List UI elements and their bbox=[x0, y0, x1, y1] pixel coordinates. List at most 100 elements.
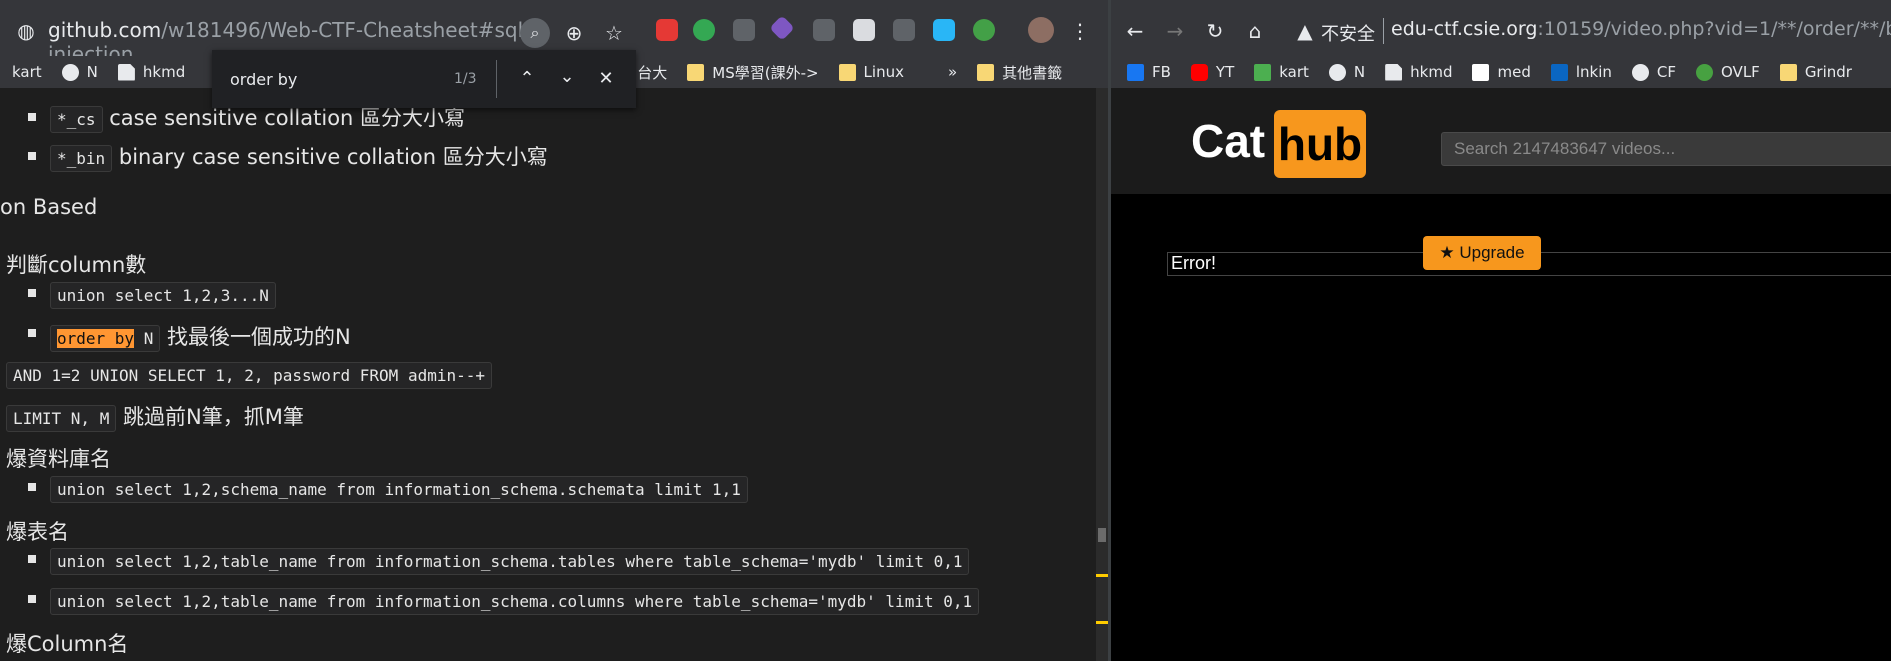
list-item: order by N 找最後一個成功的N bbox=[50, 321, 351, 352]
bookmark-grindr[interactable]: Grindr bbox=[1779, 63, 1852, 81]
bookmark-hkmd[interactable]: hkmd bbox=[117, 63, 185, 81]
subheading: 爆表名 bbox=[6, 520, 69, 544]
globe-icon bbox=[1328, 63, 1346, 81]
right-toolbar: ← → ↻ ⌂ ▲ 不安全 edu-ctf.csie.org:10159/vid… bbox=[1111, 0, 1891, 64]
extension-diamond-icon[interactable] bbox=[769, 15, 795, 41]
medium-icon bbox=[1472, 63, 1490, 81]
upgrade-button[interactable]: ★ Upgrade bbox=[1423, 236, 1541, 270]
find-divider bbox=[496, 60, 497, 98]
bookmark-linux[interactable]: Linux bbox=[838, 63, 904, 81]
code-line: LIMIT N, M 跳過前N筆，抓M筆 bbox=[6, 401, 304, 432]
find-in-page-icon[interactable]: ⌕ bbox=[520, 18, 550, 48]
doc-icon bbox=[1385, 63, 1403, 81]
folder-icon bbox=[687, 63, 705, 81]
omnibox-divider bbox=[1383, 18, 1384, 44]
find-input[interactable]: order by bbox=[230, 70, 297, 89]
site-info-globe-icon[interactable]: ◍ bbox=[14, 19, 38, 43]
right-browser-window: ← → ↻ ⌂ ▲ 不安全 edu-ctf.csie.org:10159/vid… bbox=[1111, 0, 1891, 661]
inline-code: union select 1,2,table_name from informa… bbox=[50, 548, 970, 575]
video-search-input[interactable]: Search 2147483647 videos... bbox=[1441, 132, 1891, 166]
right-bookmarks-bar: FB YT kart N hkmd med lnkin CF OVLF Grin… bbox=[1111, 56, 1891, 88]
list-item: union select 1,2,table_name from informa… bbox=[50, 548, 970, 575]
inline-code: *_cs bbox=[50, 106, 103, 133]
list-item: union select 1,2,3...N bbox=[50, 282, 276, 309]
right-url-text[interactable]: edu-ctf.csie.org:10159/video.php?vid=1/*… bbox=[1391, 18, 1891, 40]
extension-s-icon[interactable] bbox=[693, 19, 715, 41]
extension-green-icon[interactable] bbox=[973, 19, 995, 41]
facebook-icon bbox=[1127, 63, 1144, 81]
bookmark-hkmd[interactable]: hkmd bbox=[1385, 63, 1452, 81]
inline-code: AND 1=2 UNION SELECT 1, 2, password FROM… bbox=[6, 362, 493, 389]
find-match-marker bbox=[1096, 574, 1108, 577]
list-bullet bbox=[28, 152, 36, 160]
find-close-icon[interactable]: ✕ bbox=[593, 66, 619, 92]
globe-icon bbox=[61, 63, 79, 81]
subheading: 爆資料庫名 bbox=[6, 447, 111, 471]
scrollbar-thumb[interactable] bbox=[1098, 528, 1106, 542]
logo-cat-text[interactable]: Cat bbox=[1191, 114, 1265, 168]
bookmark-fb[interactable]: FB bbox=[1127, 63, 1171, 81]
page-content: *_cs case sensitive collation 區分大小寫 *_bi… bbox=[0, 88, 1098, 661]
right-omnibox[interactable]: edu-ctf.csie.org:10159/video.php?vid=1/*… bbox=[1391, 10, 1891, 52]
bookmark-n[interactable]: N bbox=[61, 63, 98, 81]
reload-icon[interactable]: ↻ bbox=[1203, 19, 1227, 43]
security-label[interactable]: 不安全 bbox=[1321, 20, 1375, 46]
list-bullet bbox=[28, 483, 36, 491]
left-omnibox[interactable]: ◍ github.com/w181496/Web-CTF-Cheatsheet#… bbox=[0, 10, 560, 66]
inline-code: order by N bbox=[50, 325, 161, 352]
bookmark-lnkin[interactable]: lnkin bbox=[1550, 63, 1612, 81]
error-message: Error! bbox=[1171, 253, 1216, 273]
linkedin-icon bbox=[1550, 63, 1568, 81]
bookmark-ovlf[interactable]: OVLF bbox=[1696, 63, 1760, 81]
forward-arrow-icon[interactable]: → bbox=[1163, 19, 1187, 43]
list-bullet bbox=[28, 555, 36, 563]
section-heading: on Based bbox=[0, 195, 98, 219]
bookmark-cf[interactable]: CF bbox=[1631, 63, 1676, 81]
bookmark-med[interactable]: med bbox=[1472, 63, 1531, 81]
bookmark-taida[interactable]: 台大 bbox=[637, 62, 667, 83]
list-bullet bbox=[28, 113, 36, 121]
find-match-marker bbox=[1096, 621, 1108, 624]
vertical-scrollbar[interactable] bbox=[1096, 88, 1108, 661]
inline-code: union select 1,2,schema_name from inform… bbox=[50, 476, 748, 503]
zoom-icon[interactable]: ⊕ bbox=[562, 21, 586, 45]
doc-icon bbox=[117, 63, 135, 81]
extension-chat-icon[interactable] bbox=[853, 19, 875, 41]
back-arrow-icon[interactable]: ← bbox=[1123, 19, 1147, 43]
bookmark-ms-learning[interactable]: MS學習(課外-> bbox=[687, 62, 819, 83]
home-icon[interactable]: ⌂ bbox=[1243, 19, 1267, 43]
find-match-count: 1/3 bbox=[454, 71, 477, 87]
list-bullet bbox=[28, 595, 36, 603]
list-item: union select 1,2,schema_name from inform… bbox=[50, 476, 748, 503]
list-item: union select 1,2,table_name from informa… bbox=[50, 588, 980, 615]
profile-avatar[interactable] bbox=[1028, 17, 1054, 43]
overleaf-icon bbox=[1696, 63, 1714, 81]
inline-code: union select 1,2,table_name from informa… bbox=[50, 588, 980, 615]
bookmarks-overflow-button[interactable]: » bbox=[948, 63, 957, 81]
find-previous-chevron-up-icon[interactable]: ⌃ bbox=[514, 66, 540, 92]
list-bullet bbox=[28, 329, 36, 337]
logo-hub-badge[interactable]: hub bbox=[1274, 110, 1366, 178]
extension-cloud-icon[interactable] bbox=[933, 19, 955, 41]
extension-owl-icon[interactable] bbox=[733, 19, 755, 41]
bookmark-other[interactable]: 其他書籤 bbox=[977, 62, 1062, 83]
site-header: Cat hub Search 2147483647 videos... bbox=[1111, 88, 1891, 194]
menu-kebab-icon[interactable]: ⋮ bbox=[1068, 19, 1092, 43]
adblock-plus-icon[interactable] bbox=[656, 19, 678, 41]
inline-code: union select 1,2,3...N bbox=[50, 282, 276, 309]
left-browser-window: ◍ github.com/w181496/Web-CTF-Cheatsheet#… bbox=[0, 0, 1108, 661]
subheading: 判斷column數 bbox=[6, 253, 147, 277]
code-line: AND 1=2 UNION SELECT 1, 2, password FROM… bbox=[6, 362, 493, 389]
find-next-chevron-down-icon[interactable]: ⌄ bbox=[554, 64, 580, 90]
extension-glasses-icon[interactable] bbox=[893, 19, 915, 41]
bookmark-star-icon[interactable]: ☆ bbox=[602, 21, 626, 45]
warning-triangle-icon[interactable]: ▲ bbox=[1293, 19, 1317, 43]
bookmark-n[interactable]: N bbox=[1328, 63, 1365, 81]
bookmark-yt[interactable]: YT bbox=[1190, 63, 1234, 81]
subheading: 爆Column名 bbox=[6, 632, 129, 656]
youtube-icon bbox=[1190, 63, 1208, 81]
bookmark-kart[interactable]: kart bbox=[12, 63, 42, 81]
extension-ticket-icon[interactable] bbox=[813, 19, 835, 41]
list-bullet bbox=[28, 289, 36, 297]
bookmark-kart[interactable]: kart bbox=[1254, 63, 1309, 81]
